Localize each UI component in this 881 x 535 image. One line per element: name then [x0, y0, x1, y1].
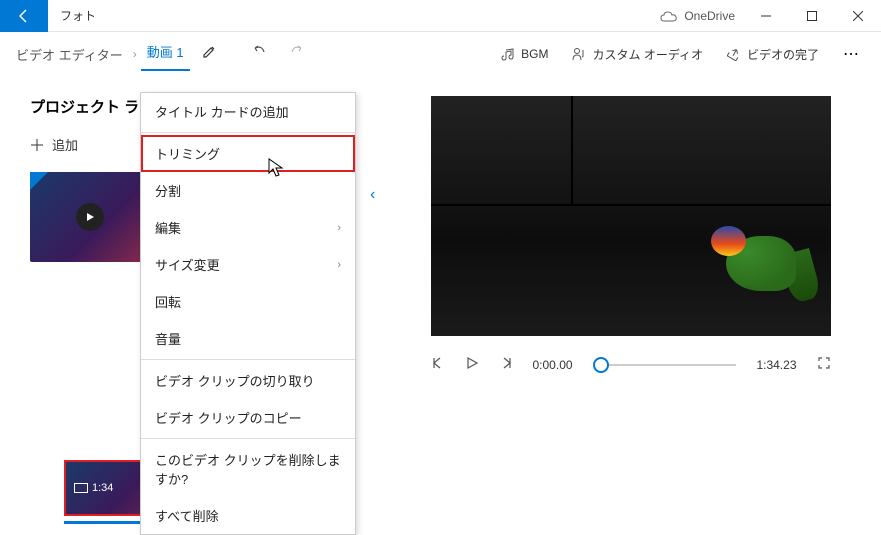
- back-button[interactable]: [0, 0, 48, 32]
- maximize-button[interactable]: [789, 0, 835, 32]
- pencil-icon[interactable]: [202, 45, 216, 64]
- menu-cut-clip[interactable]: ビデオ クリップの切り取り: [141, 362, 355, 399]
- app-title: フォト: [60, 7, 96, 24]
- preview-panel: 0:00.00 1:34.23: [400, 76, 881, 534]
- undo-button[interactable]: [250, 43, 268, 66]
- menu-add-title-card[interactable]: タイトル カードの追加: [141, 93, 355, 130]
- filmstrip-icon: [74, 483, 88, 493]
- slider-handle[interactable]: [593, 357, 609, 373]
- breadcrumb-root[interactable]: ビデオ エディター: [10, 41, 129, 68]
- chevron-right-icon: ›: [337, 222, 341, 234]
- onedrive-indicator[interactable]: OneDrive: [660, 9, 735, 23]
- playback-controls: 0:00.00 1:34.23: [431, 356, 831, 373]
- chevron-right-icon: ›: [133, 47, 137, 61]
- bgm-button[interactable]: BGM: [491, 41, 558, 67]
- export-icon: [727, 47, 741, 61]
- time-current: 0:00.00: [533, 358, 573, 372]
- toolbar: ビデオ エディター › 動画 1 BGM カスタム オーディオ ビデオの完了 ⋯: [0, 32, 881, 76]
- cursor-icon: [268, 158, 284, 178]
- seek-slider[interactable]: [593, 364, 737, 366]
- play-button[interactable]: [465, 356, 479, 373]
- titlebar: フォト OneDrive: [0, 0, 881, 32]
- prev-frame-button[interactable]: [431, 356, 445, 373]
- close-button[interactable]: [835, 0, 881, 32]
- menu-volume[interactable]: 音量: [141, 320, 355, 357]
- menu-split[interactable]: 分割: [141, 172, 355, 209]
- clip-duration-badge: 1:34: [74, 482, 113, 494]
- more-button[interactable]: ⋯: [833, 44, 871, 64]
- custom-audio-button[interactable]: カスタム オーディオ: [562, 40, 713, 69]
- chevron-right-icon: ›: [337, 259, 341, 271]
- menu-trim[interactable]: トリミング: [141, 135, 355, 172]
- next-frame-button[interactable]: [499, 356, 513, 373]
- cloud-icon: [660, 10, 678, 22]
- menu-delete-all[interactable]: すべて削除: [141, 497, 355, 534]
- menu-delete-clip[interactable]: このビデオ クリップを削除しますか?: [141, 441, 355, 497]
- person-music-icon: [572, 47, 586, 61]
- play-overlay-icon: [76, 203, 104, 231]
- time-total: 1:34.23: [756, 358, 796, 372]
- menu-resize[interactable]: サイズ変更›: [141, 246, 355, 283]
- music-icon: [501, 47, 515, 61]
- fullscreen-button[interactable]: [817, 356, 831, 373]
- video-preview[interactable]: [431, 96, 831, 336]
- breadcrumb-active[interactable]: 動画 1: [141, 38, 190, 71]
- menu-rotate[interactable]: 回転: [141, 283, 355, 320]
- library-thumbnail[interactable]: [30, 172, 150, 262]
- menu-copy-clip[interactable]: ビデオ クリップのコピー: [141, 399, 355, 436]
- minimize-button[interactable]: [743, 0, 789, 32]
- context-menu: タイトル カードの追加 トリミング 分割 編集› サイズ変更› 回転 音量 ビデ…: [140, 92, 356, 535]
- selected-corner-icon: [30, 172, 48, 190]
- finish-video-button[interactable]: ビデオの完了: [717, 40, 829, 69]
- redo-button[interactable]: [288, 43, 306, 66]
- plus-icon: [30, 138, 44, 152]
- collapse-chevron-icon[interactable]: ‹: [370, 186, 375, 204]
- menu-edit[interactable]: 編集›: [141, 209, 355, 246]
